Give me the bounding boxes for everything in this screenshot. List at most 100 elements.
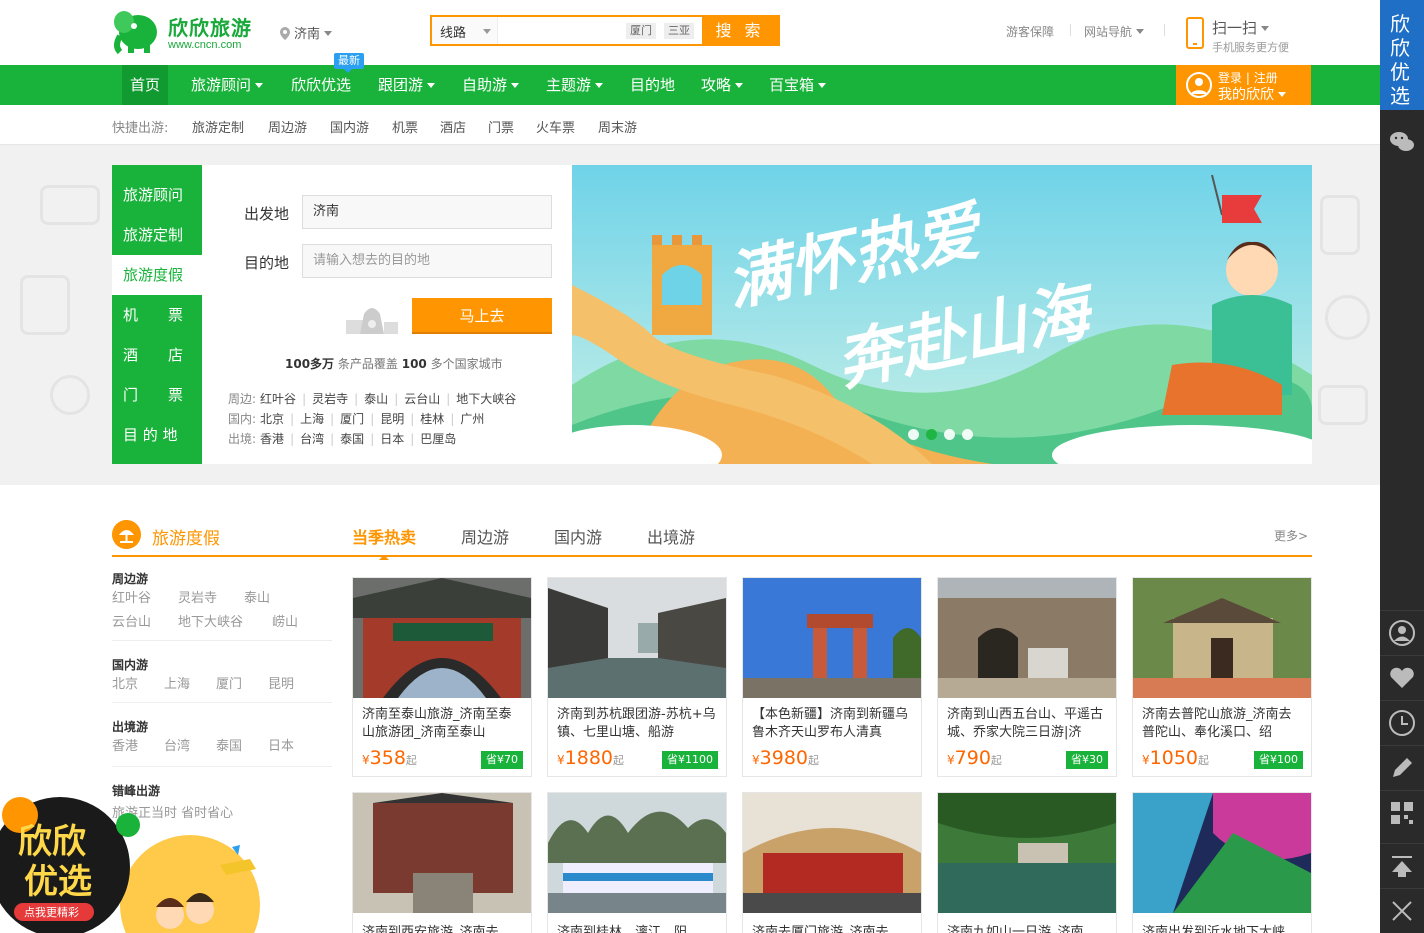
dest-link[interactable]: 泰山 [364,392,388,406]
category-link[interactable]: 红叶谷 [112,587,151,606]
tab-nearby[interactable]: 周边游 [461,524,509,548]
my-xinxin-menu[interactable]: 我的欣欣 [1218,84,1286,104]
nav-self-guided[interactable]: 自助游 [454,65,527,105]
site-logo[interactable]: 欣欣旅游 www.cncn.com [112,8,262,56]
product-card[interactable]: 济南到桂林、漓江、阳 [547,792,727,933]
tab-seasonal-hot[interactable]: 当季热卖 [352,524,416,560]
youxuan-floating-promo[interactable]: 欣欣 优选 点我更精彩 [0,795,270,933]
search-button[interactable]: 搜 索 [702,17,778,44]
search-type-select[interactable]: 线路 [432,17,498,44]
category-link[interactable]: 香港 [112,735,138,754]
dest-link[interactable]: 香港 [260,432,284,446]
tab-overseas[interactable]: 出境游 [647,524,695,548]
back-to-top-button[interactable] [1380,843,1424,887]
dest-link[interactable]: 桂林 [420,412,444,426]
dest-link[interactable]: 厦门 [340,412,364,426]
nav-travel-advisor[interactable]: 旅游顾问 [183,65,271,105]
nav-guides[interactable]: 攻略 [693,65,751,105]
nav-group-tour[interactable]: 跟团游 [370,65,443,105]
product-card[interactable]: 济南至泰山旅游_济南至泰山旅游团_济南至泰山 ¥358起 省¥70 [352,577,532,777]
more-link[interactable]: 更多> [1274,527,1308,544]
quick-link[interactable]: 周边游 [268,117,307,136]
product-card[interactable]: 济南去普陀山旅游_济南去普陀山、奉化溪口、绍 ¥1050起 省¥100 [1132,577,1312,777]
side-item-hotel[interactable]: 酒 店 [112,335,202,375]
hot-keyword[interactable]: 三亚 [664,23,694,39]
nav-destination[interactable]: 目的地 [622,65,683,105]
login-link[interactable]: 登录 [1218,71,1242,85]
wechat-button[interactable] [1380,120,1424,164]
dest-link[interactable]: 灵岩寺 [312,392,348,406]
quick-link[interactable]: 国内游 [330,117,369,136]
account-button[interactable] [1380,610,1424,654]
go-button[interactable]: 马上去 [412,298,552,334]
register-link[interactable]: 注册 [1254,71,1278,85]
quick-link[interactable]: 机票 [392,117,418,136]
scan-qr-link[interactable]: 扫一扫 [1212,17,1270,38]
side-item-destination[interactable]: 目 的 地 [112,415,202,455]
carousel-dot[interactable] [944,429,955,440]
side-item-ticket[interactable]: 门 票 [112,375,202,415]
quick-link[interactable]: 门票 [488,117,514,136]
category-link[interactable]: 昆明 [268,673,294,692]
dest-link[interactable]: 地下大峡谷 [456,392,516,406]
dest-link[interactable]: 泰国 [340,432,364,446]
tourist-guarantee-link[interactable]: 游客保障 [1006,23,1054,40]
category-title: 国内游 [112,658,149,672]
quick-link[interactable]: 旅游定制 [192,117,244,136]
youxuan-sidebar-banner[interactable]: 欣 欣 优 选 [1380,0,1424,110]
category-link[interactable]: 灵岩寺 [178,587,217,606]
search-input[interactable] [500,19,620,42]
quick-link[interactable]: 火车票 [536,117,575,136]
category-link[interactable]: 台湾 [164,735,190,754]
quick-link[interactable]: 周末游 [598,117,637,136]
close-toolbar-button[interactable] [1380,888,1424,932]
product-card[interactable]: 济南九如山一日游_济南 [937,792,1117,933]
dest-link[interactable]: 红叶谷 [260,392,296,406]
category-link[interactable]: 日本 [268,735,294,754]
dest-link[interactable]: 昆明 [380,412,404,426]
hero-banner[interactable]: 满怀热爱 奔赴山海 [572,165,1312,464]
category-link[interactable]: 地下大峡谷 [178,611,243,630]
dest-link[interactable]: 北京 [260,412,284,426]
destination-field[interactable]: 请输入想去的目的地 [302,244,552,278]
nav-toolbox[interactable]: 百宝箱 [761,65,834,105]
product-card[interactable]: 济南去厦门旅游_济南去 [742,792,922,933]
dest-link[interactable]: 日本 [380,432,404,446]
nav-theme-tour[interactable]: 主题游 [538,65,611,105]
nav-home[interactable]: 首页 [122,65,169,105]
carousel-dot[interactable] [908,429,919,440]
city-selector[interactable]: 济南 [280,23,333,42]
category-link[interactable]: 崂山 [272,611,298,630]
dest-link[interactable]: 巴厘岛 [420,432,456,446]
from-field[interactable]: 济南 [302,195,552,229]
site-nav-link[interactable]: 网站导航 [1084,23,1145,40]
hot-keyword[interactable]: 厦门 [626,23,656,39]
product-card[interactable]: 济南到西安旅游_济南去 [352,792,532,933]
dest-link[interactable]: 广州 [460,412,484,426]
quick-link[interactable]: 酒店 [440,117,466,136]
favorites-button[interactable] [1380,655,1424,699]
category-link[interactable]: 上海 [164,673,190,692]
product-card[interactable]: 济南到苏杭跟团游-苏杭+乌镇、七里山塘、船游 ¥1880起 省¥1100 [547,577,727,777]
dest-link[interactable]: 台湾 [300,432,324,446]
category-link[interactable]: 厦门 [216,673,242,692]
carousel-dot[interactable] [962,429,973,440]
category-link[interactable]: 泰国 [216,735,242,754]
category-link[interactable]: 北京 [112,673,138,692]
feedback-button[interactable] [1380,745,1424,789]
category-link[interactable]: 云台山 [112,611,151,630]
side-item-custom[interactable]: 旅游定制 [112,215,202,255]
dest-link[interactable]: 云台山 [404,392,440,406]
dest-link[interactable]: 上海 [300,412,324,426]
history-button[interactable] [1380,700,1424,744]
side-item-flight[interactable]: 机 票 [112,295,202,335]
side-item-advisor[interactable]: 旅游顾问 [112,175,202,215]
product-card[interactable]: 济南到山西五台山、平遥古城、乔家大院三日游|济 ¥790起 省¥30 [937,577,1117,777]
product-card[interactable]: 济南出发到沂水地下大峡 [1132,792,1312,933]
qr-code-button[interactable] [1380,790,1424,834]
side-item-vacation[interactable]: 旅游度假 [112,255,202,295]
category-link[interactable]: 泰山 [244,587,270,606]
tab-domestic[interactable]: 国内游 [554,524,602,548]
carousel-dot[interactable] [926,429,937,440]
product-card[interactable]: 【本色新疆】济南到新疆乌鲁木齐天山罗布人清真 ¥3980起 [742,577,922,777]
